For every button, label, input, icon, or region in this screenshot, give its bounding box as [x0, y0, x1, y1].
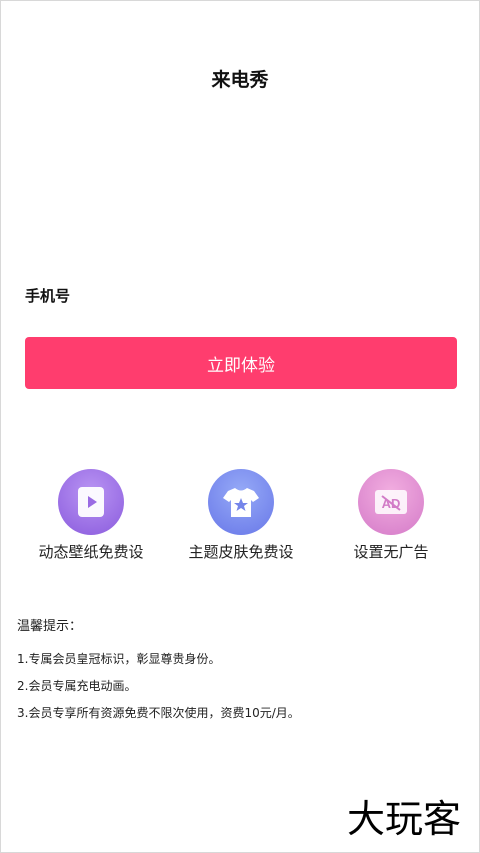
feature-label: 设置无广告 — [353, 543, 429, 561]
try-now-button[interactable]: 立即体验 — [25, 337, 457, 389]
notice-item: 3.会员专享所有资源免费不限次使用，资费10元/月。 — [17, 706, 300, 720]
notice-section: 温馨提示： 1.专属会员皇冠标识，彰显尊贵身份。 2.会员专属充电动画。 3.会… — [17, 615, 300, 733]
notice-title: 温馨提示： — [17, 619, 83, 634]
notice-item: 1.专属会员皇冠标识，彰显尊贵身份。 — [17, 652, 221, 666]
notice-item: 2.会员专属充电动画。 — [17, 679, 137, 693]
feature-label: 动态壁纸免费设 — [38, 543, 144, 561]
page-title: 来电秀 — [211, 69, 269, 91]
no-ad-icon: AD — [358, 469, 424, 535]
feature-theme-skin: 主题皮肤免费设 — [166, 469, 316, 562]
screen: 来电秀 手机号 立即体验 动态壁纸免费设 主题皮肤免费设 设置无广告 温馨提示：… — [0, 0, 480, 853]
feature-label: 主题皮肤免费设 — [188, 543, 294, 561]
phone-number-label: 手机号 — [25, 287, 71, 305]
play-video-icon — [58, 469, 124, 535]
watermark-logo: 大玩客 — [333, 794, 475, 846]
feature-no-ads: AD 设置无广告 — [316, 469, 466, 562]
svg-text:大玩客: 大玩客 — [347, 797, 461, 841]
tshirt-star-icon — [208, 469, 274, 535]
feature-dynamic-wallpaper: 动态壁纸免费设 — [16, 469, 166, 562]
